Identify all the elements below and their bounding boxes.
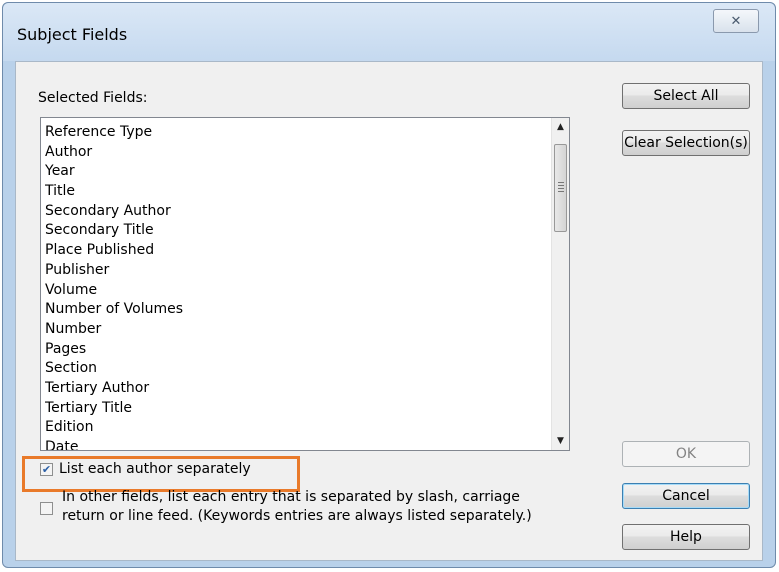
list-item[interactable]: Pages [45, 339, 549, 359]
list-item[interactable]: Tertiary Author [45, 378, 549, 398]
dialog-content: Selected Fields: Reference Type Author Yea… [15, 61, 763, 561]
vertical-scrollbar[interactable]: ▲ ▼ [551, 118, 569, 450]
list-item[interactable]: Publisher [45, 260, 549, 280]
list-other-fields-label-line2: return or line feed. (Keywords entries a… [62, 508, 532, 524]
checkmark-icon: ✔ [41, 463, 52, 476]
scroll-down-arrow-icon[interactable]: ▼ [552, 432, 569, 450]
list-item[interactable]: Section [45, 358, 549, 378]
scroll-up-arrow-icon[interactable]: ▲ [552, 118, 569, 136]
clear-selection-button[interactable]: Clear Selection(s) [622, 130, 750, 156]
list-other-fields-label-line1: In other fields, list each entry that is… [62, 489, 520, 505]
list-item[interactable]: Number of Volumes [45, 299, 549, 319]
close-icon: ✕ [730, 13, 742, 29]
list-authors-checkbox[interactable]: ✔ [40, 463, 53, 476]
ok-button[interactable]: OK [622, 441, 750, 467]
list-authors-option[interactable]: ✔ List each author separately [40, 461, 251, 479]
list-item[interactable]: Title [45, 181, 549, 201]
list-item[interactable]: Year [45, 161, 549, 181]
scroll-thumb[interactable] [554, 144, 567, 232]
list-other-fields-text: In other fields, list each entry that is… [62, 488, 532, 526]
selected-fields-label: Selected Fields: [38, 90, 148, 106]
list-item[interactable]: Author [45, 142, 549, 162]
cancel-button[interactable]: Cancel [622, 483, 750, 509]
scroll-grip-icon [558, 182, 564, 192]
dialog-title: Subject Fields [17, 25, 128, 44]
list-item[interactable]: Date [45, 437, 549, 450]
list-item[interactable]: Place Published [45, 240, 549, 260]
list-other-fields-checkbox[interactable] [40, 502, 53, 515]
help-button[interactable]: Help [622, 524, 750, 550]
list-item[interactable]: Tertiary Title [45, 398, 549, 418]
list-item[interactable]: Reference Type [45, 122, 549, 142]
list-item[interactable]: Number [45, 319, 549, 339]
list-item[interactable]: Edition [45, 417, 549, 437]
close-button[interactable]: ✕ [713, 9, 759, 33]
select-all-button[interactable]: Select All [622, 83, 750, 109]
title-bar: Subject Fields ✕ [3, 3, 775, 61]
subject-fields-dialog: Subject Fields ✕ Selected Fields: Refere… [2, 2, 776, 568]
selected-fields-listbox[interactable]: Reference Type Author Year Title Secondary A… [40, 117, 570, 451]
list-item[interactable]: Secondary Author [45, 201, 549, 221]
list-item[interactable]: Volume [45, 280, 549, 300]
list-authors-label: List each author separately [59, 461, 251, 477]
field-list: Reference Type Author Year Title Secondary A… [45, 122, 549, 450]
list-other-fields-option[interactable]: In other fields, list each entry that is… [40, 488, 532, 526]
list-item[interactable]: Secondary Title [45, 220, 549, 240]
